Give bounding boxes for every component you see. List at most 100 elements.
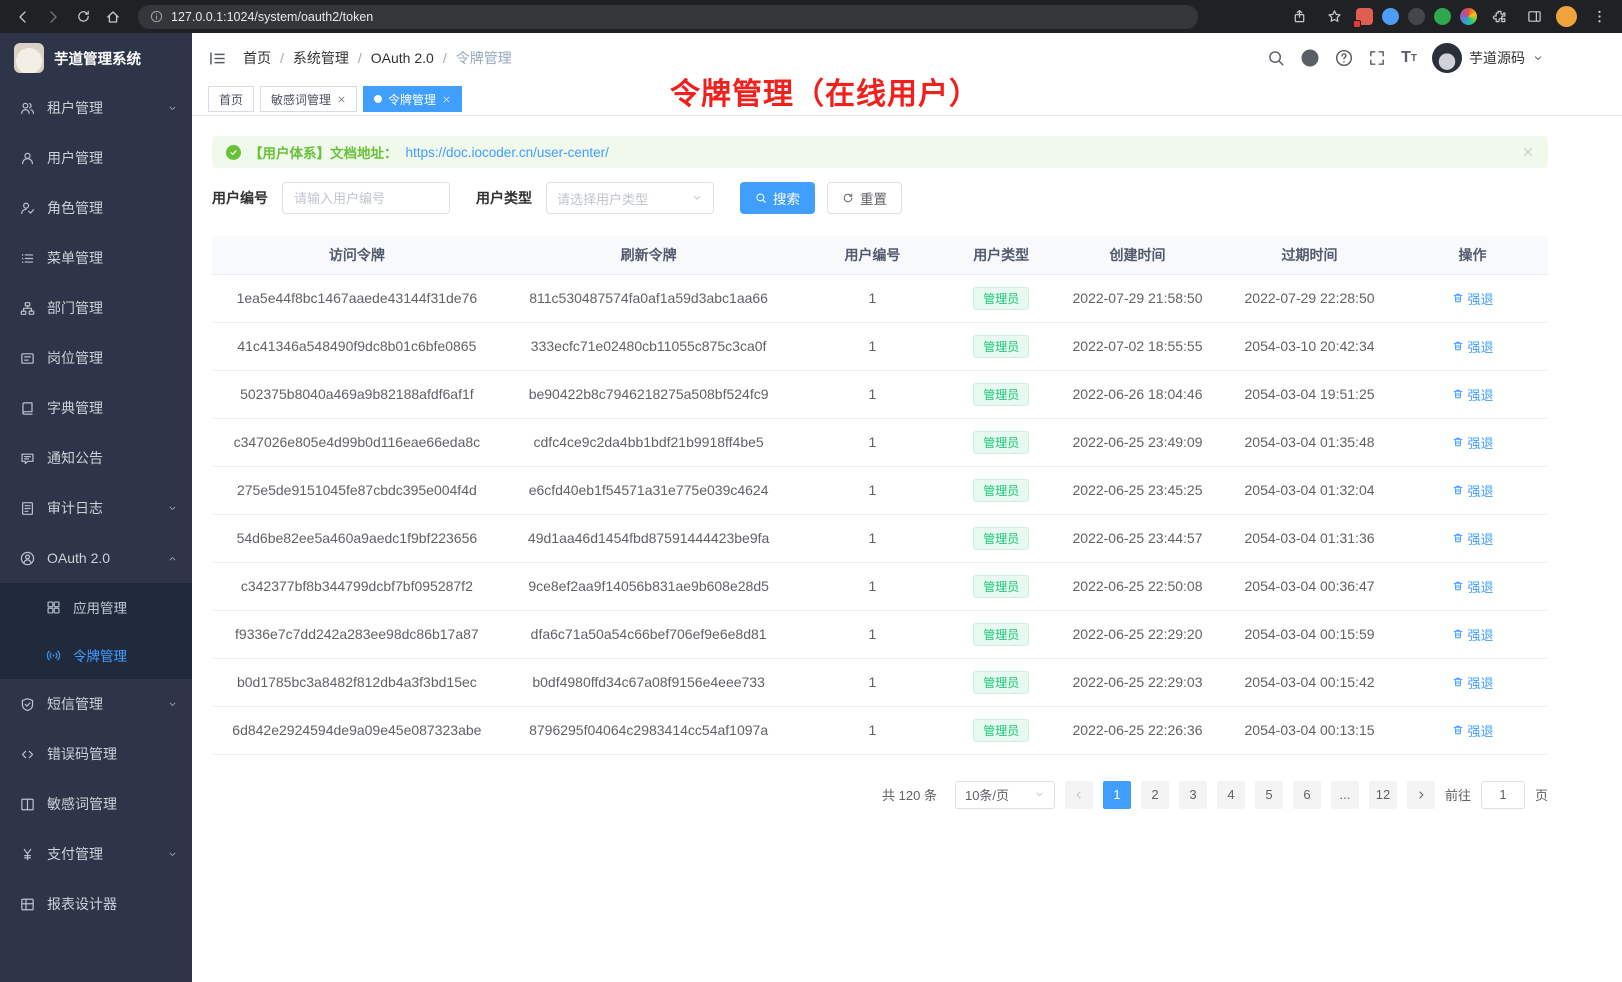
page-button-5[interactable]: 5 — [1255, 781, 1283, 809]
action-cell: 强退 — [1397, 466, 1548, 514]
forward-icon[interactable] — [40, 5, 66, 29]
force-logout-button[interactable]: 强退 — [1452, 625, 1494, 644]
force-logout-button[interactable]: 强退 — [1452, 673, 1494, 692]
code-icon — [20, 747, 35, 762]
reload-icon[interactable] — [70, 5, 96, 29]
github-icon[interactable] — [1300, 48, 1320, 68]
sidebar-item-oauth2-token[interactable]: 令牌管理 — [0, 631, 192, 679]
sidebar-item-label: 通知公告 — [47, 448, 178, 468]
prev-page-button[interactable] — [1065, 781, 1093, 809]
user-type-select[interactable]: 请选择用户类型 — [546, 182, 714, 214]
force-logout-button[interactable]: 强退 — [1452, 289, 1494, 308]
close-icon[interactable] — [442, 95, 451, 104]
browser-profile-avatar[interactable] — [1556, 6, 1577, 27]
trash-icon — [1452, 436, 1464, 448]
app-logo[interactable]: 芋道管理系统 — [0, 33, 192, 83]
force-logout-button[interactable]: 强退 — [1452, 721, 1494, 740]
sidebar-item-post[interactable]: 岗位管理 — [0, 333, 192, 383]
sidebar-item-role[interactable]: 角色管理 — [0, 183, 192, 233]
font-size-icon[interactable]: TT — [1401, 49, 1417, 67]
home-icon[interactable] — [100, 5, 126, 29]
page-button-2[interactable]: 2 — [1141, 781, 1169, 809]
action-cell: 强退 — [1397, 322, 1548, 370]
force-logout-button[interactable]: 强退 — [1452, 385, 1494, 404]
sidebar: 芋道管理系统 租户管理用户管理角色管理菜单管理部门管理岗位管理字典管理通知公告审… — [0, 33, 192, 982]
page-size-select[interactable]: 10条/页 — [955, 781, 1055, 809]
next-page-button[interactable] — [1407, 781, 1435, 809]
sidebar-item-dict[interactable]: 字典管理 — [0, 383, 192, 433]
sidebar-item-oauth2-app[interactable]: 应用管理 — [0, 583, 192, 631]
search-icon[interactable] — [1267, 49, 1285, 67]
sidebar-item-dept[interactable]: 部门管理 — [0, 283, 192, 333]
user-type-badge: 管理员 — [973, 287, 1029, 310]
sidebar-toggle-icon[interactable] — [208, 49, 227, 68]
user-type-badge: 管理员 — [973, 575, 1029, 598]
force-logout-button[interactable]: 强退 — [1452, 577, 1494, 596]
tab-home[interactable]: 首页 — [208, 86, 254, 112]
breadcrumb-item[interactable]: OAuth 2.0 — [371, 50, 434, 66]
url-bar[interactable]: 127.0.0.1:1024/system/oauth2/token — [138, 5, 1198, 29]
role-icon — [20, 201, 35, 216]
reset-button[interactable]: 重置 — [827, 182, 902, 214]
sidebar-item-audit-log[interactable]: 审计日志 — [0, 483, 192, 533]
user-id-input[interactable] — [282, 182, 450, 214]
user-menu[interactable]: 芋道源码 — [1432, 43, 1544, 73]
user-id-label: 用户编号 — [212, 188, 268, 208]
extension-icon-green[interactable] — [1434, 8, 1451, 25]
extension-icon-blue[interactable] — [1382, 8, 1399, 25]
back-icon[interactable] — [10, 5, 36, 29]
sidebar-item-sms[interactable]: 短信管理 — [0, 679, 192, 729]
page-button-12[interactable]: 12 — [1369, 781, 1397, 809]
sidebar-item-sensitive-word[interactable]: 敏感词管理 — [0, 779, 192, 829]
share-icon[interactable] — [1286, 5, 1312, 29]
alert-close-icon[interactable] — [1522, 146, 1534, 158]
tab-token[interactable]: 令牌管理 — [363, 86, 462, 112]
sidebar-item-tenant[interactable]: 租户管理 — [0, 83, 192, 133]
sidebar-item-errcode[interactable]: 错误码管理 — [0, 729, 192, 779]
table-row: f9336e7c7dd242a283ee98dc86b17a87dfa6c71a… — [212, 610, 1548, 658]
alert-message: 【用户体系】文档地址： — [249, 142, 398, 162]
create-time-cell: 2022-07-29 21:58:50 — [1053, 274, 1222, 322]
sidebar-item-oauth2[interactable]: OAuth 2.0 — [0, 533, 192, 583]
tab-sensitive-word[interactable]: 敏感词管理 — [260, 86, 357, 112]
user-type-badge: 管理员 — [973, 527, 1029, 550]
sidebar-item-user[interactable]: 用户管理 — [0, 133, 192, 183]
force-logout-button[interactable]: 强退 — [1452, 337, 1494, 356]
goto-page-input[interactable] — [1481, 781, 1525, 809]
more-pages-button[interactable]: ... — [1331, 781, 1359, 809]
force-logout-button[interactable]: 强退 — [1452, 529, 1494, 548]
site-info-icon[interactable] — [150, 10, 163, 23]
page-button-6[interactable]: 6 — [1293, 781, 1321, 809]
sidebar-item-report[interactable]: 报表设计器 — [0, 879, 192, 929]
breadcrumb-item[interactable]: 首页 — [243, 48, 271, 68]
extension-icon-colorful[interactable] — [1460, 8, 1477, 25]
action-cell: 强退 — [1397, 418, 1548, 466]
side-panel-icon[interactable] — [1521, 5, 1547, 29]
sidebar-item-notice[interactable]: 通知公告 — [0, 433, 192, 483]
page-button-4[interactable]: 4 — [1217, 781, 1245, 809]
user-type-label: 用户类型 — [476, 188, 532, 208]
page-button-3[interactable]: 3 — [1179, 781, 1207, 809]
breadcrumb-item[interactable]: 系统管理 — [293, 48, 349, 68]
extension-icon-dark[interactable] — [1408, 8, 1425, 25]
force-logout-button[interactable]: 强退 — [1452, 433, 1494, 452]
action-cell: 强退 — [1397, 610, 1548, 658]
browser-menu-icon[interactable] — [1586, 5, 1612, 29]
page-button-1[interactable]: 1 — [1103, 781, 1131, 809]
goto-label: 前往 — [1445, 785, 1471, 804]
extensions-puzzle-icon[interactable] — [1486, 5, 1512, 29]
chevron-up-icon — [167, 553, 178, 564]
extension-icon-red[interactable] — [1356, 8, 1373, 25]
sidebar-item-menu[interactable]: 菜单管理 — [0, 233, 192, 283]
search-button[interactable]: 搜索 — [740, 182, 815, 214]
help-icon[interactable] — [1335, 49, 1353, 67]
access-token-cell: 54d6be82ee5a460a9aedc1f9bf223656 — [212, 514, 502, 562]
extension-badge — [1353, 20, 1361, 28]
sidebar-item-label: 字典管理 — [47, 398, 178, 418]
fullscreen-icon[interactable] — [1368, 49, 1386, 67]
alert-doc-link[interactable]: https://doc.iocoder.cn/user-center/ — [406, 145, 609, 160]
force-logout-button[interactable]: 强退 — [1452, 481, 1494, 500]
bookmark-star-icon[interactable] — [1321, 5, 1347, 29]
close-icon[interactable] — [337, 95, 346, 104]
sidebar-item-pay[interactable]: 支付管理 — [0, 829, 192, 879]
